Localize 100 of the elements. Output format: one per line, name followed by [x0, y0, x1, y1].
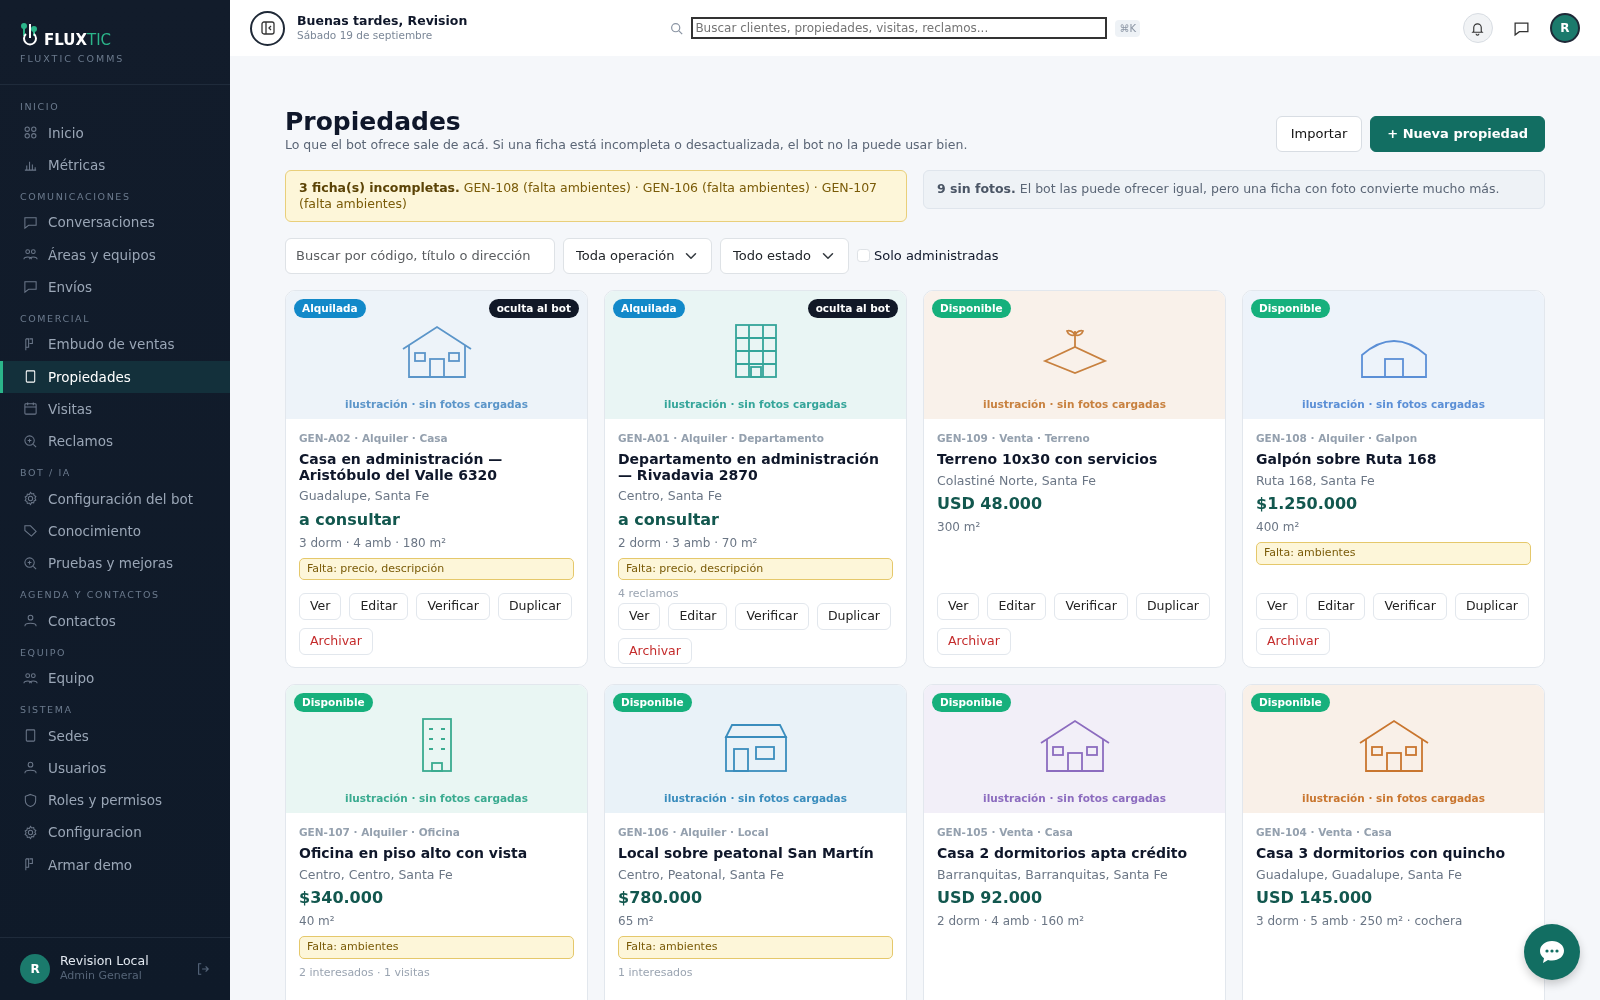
action-button[interactable]: Verificar — [735, 602, 809, 630]
gear-icon — [23, 824, 38, 840]
nav-item[interactable]: Áreas y equipos — [0, 238, 230, 271]
user-avatar[interactable]: R — [1550, 13, 1580, 43]
nav-item[interactable]: Pruebas y mejoras — [0, 547, 230, 580]
nav-item[interactable]: Contactos — [0, 604, 230, 637]
archive-button[interactable]: Archivar — [1256, 627, 1330, 655]
nav-section-label: BOT / IA — [19, 466, 72, 481]
nav-item[interactable]: Propiedades — [0, 360, 230, 393]
archive-button[interactable]: Archivar — [937, 627, 1011, 655]
brand-subtitle: FLUXTIC COMMS — [20, 52, 126, 66]
status-badge: Disponible — [932, 298, 1011, 319]
action-button[interactable]: Ver — [618, 602, 661, 630]
notifications-button[interactable] — [1463, 13, 1493, 43]
action-button[interactable]: Verificar — [1373, 593, 1447, 620]
search-field[interactable]: Buscar clientes, propiedades, visitas, reclamos... — [691, 17, 1108, 39]
missing-fields-note: Falta: precio, descripción — [618, 557, 893, 581]
action-button[interactable]: Verificar — [1054, 593, 1128, 620]
filter-select[interactable]: Todo estado — [720, 237, 849, 274]
nav-item[interactable]: Usuarios — [0, 751, 230, 784]
nav-item[interactable]: Conversaciones — [0, 206, 230, 239]
action-button[interactable]: Duplicar — [1454, 593, 1529, 620]
nav-section-label: EQUIPO — [19, 645, 68, 660]
action-button[interactable]: Duplicar — [1135, 593, 1210, 620]
logout-button[interactable] — [196, 961, 210, 976]
chat-bubble-button[interactable] — [1524, 924, 1580, 980]
import-button[interactable]: Importar — [1275, 116, 1363, 152]
property-meta: GEN-109 · Venta · Terreno — [937, 430, 1091, 446]
action-button[interactable]: Editar — [1306, 593, 1366, 620]
nav-item[interactable]: Armar demo — [0, 848, 230, 881]
checkbox-label[interactable]: Solo administradas — [857, 245, 999, 266]
nav-item[interactable]: Conocimiento — [0, 514, 230, 547]
nav-item[interactable]: Configuración del bot — [0, 482, 230, 515]
illustration-caption: ilustración · sin fotos cargadas — [1302, 790, 1485, 806]
nav-item[interactable]: Métricas — [0, 148, 230, 181]
sidebar-icon — [259, 20, 276, 36]
nav-section-label: SISTEMA — [19, 703, 74, 718]
nav-item[interactable]: Reclamos — [0, 425, 230, 458]
sidebar-toggle-button[interactable] — [250, 10, 285, 46]
illustration-caption: ilustración · sin fotos cargadas — [664, 396, 847, 412]
nav-item[interactable]: Roles y permisos — [0, 784, 230, 817]
action-button[interactable]: Duplicar — [816, 602, 891, 630]
action-button[interactable]: Ver — [1256, 593, 1299, 620]
illustration-caption: ilustración · sin fotos cargadas — [983, 790, 1166, 806]
checkbox[interactable] — [857, 249, 870, 262]
property-price: a consultar — [299, 508, 401, 531]
nav-item[interactable]: Visitas — [0, 392, 230, 425]
person-icon — [23, 613, 38, 629]
missing-fields-note: Falta: precio, descripción — [299, 557, 574, 581]
missing-fields-note: Falta: ambientes — [299, 936, 574, 959]
bell-icon — [1470, 20, 1486, 36]
activity-note: 2 interesados · 1 visitas — [299, 964, 431, 981]
property-location: Guadalupe, Santa Fe — [299, 487, 431, 506]
property-details: 300 m² — [937, 519, 982, 537]
archive-button[interactable]: Archivar — [299, 627, 373, 655]
nav-item[interactable]: Sedes — [0, 719, 230, 752]
property-title: Casa en administración — Aristóbulo del Valle 6320 — [299, 452, 504, 484]
property-title: Local sobre peatonal San Martín — [618, 846, 875, 862]
nav-item[interactable]: Equipo — [0, 662, 230, 695]
property-price: $1.250.000 — [1256, 493, 1359, 516]
nav-section-label: COMERCIAL — [19, 312, 92, 326]
property-location: Ruta 168, Santa Fe — [1256, 471, 1376, 490]
action-button[interactable]: Ver — [299, 593, 342, 620]
greeting: Buenas tardes, Revision — [297, 12, 468, 28]
status-badge: Disponible — [613, 692, 692, 713]
illustration-caption: ilustración · sin fotos cargadas — [345, 790, 528, 806]
missing-fields-note: Falta: ambientes — [618, 936, 893, 959]
action-button[interactable]: Ver — [937, 593, 980, 620]
logo-icon — [20, 22, 40, 48]
nav-item[interactable]: Envíos — [0, 270, 230, 303]
property-details: 3 dorm · 5 amb · 250 m² · cochera — [1256, 913, 1464, 931]
user-avatar[interactable]: R — [20, 953, 50, 984]
filter-search-field[interactable]: Buscar por código, título o dirección — [285, 237, 555, 274]
filter-select[interactable]: Toda operación — [563, 237, 712, 274]
action-button[interactable]: Duplicar — [497, 593, 572, 620]
action-button[interactable]: Editar — [668, 602, 728, 630]
property-meta: GEN-106 · Alquiler · Local — [618, 824, 770, 840]
illustration-caption: ilustración · sin fotos cargadas — [983, 396, 1166, 412]
property-price: USD 48.000 — [937, 493, 1044, 516]
archive-button[interactable]: Archivar — [618, 637, 692, 665]
illustration-caption: ilustración · sin fotos cargadas — [345, 396, 528, 412]
info-alert: 9 sin fotos. El bot las puede ofrecer igual, pero una ficha con foto convierte mucho más. — [923, 170, 1545, 209]
shortcut-hint: ⌘K — [1115, 19, 1140, 37]
nav-section-label: COMUNICACIONES — [19, 190, 132, 204]
action-button[interactable]: Editar — [349, 593, 409, 620]
nav-item[interactable]: Inicio — [0, 116, 230, 149]
calendar-icon — [23, 401, 38, 417]
chat-icon — [23, 279, 38, 295]
nav-item[interactable]: Configuracion — [0, 816, 230, 849]
status-badge: Disponible — [294, 692, 373, 713]
status-badge: Disponible — [1251, 298, 1330, 319]
new-property-button[interactable]: + Nueva propiedad — [1370, 116, 1545, 152]
status-badge: Disponible — [1251, 692, 1330, 713]
action-button[interactable]: Verificar — [416, 593, 490, 620]
search-icon — [23, 555, 38, 571]
date: Sábado 19 de septiembre — [297, 27, 434, 43]
action-button[interactable]: Editar — [987, 593, 1047, 620]
nav-item[interactable]: Embudo de ventas — [0, 328, 230, 361]
property-title: Galpón sobre Ruta 168 — [1256, 452, 1438, 468]
property-location: Centro, Peatonal, Santa Fe — [618, 865, 785, 884]
